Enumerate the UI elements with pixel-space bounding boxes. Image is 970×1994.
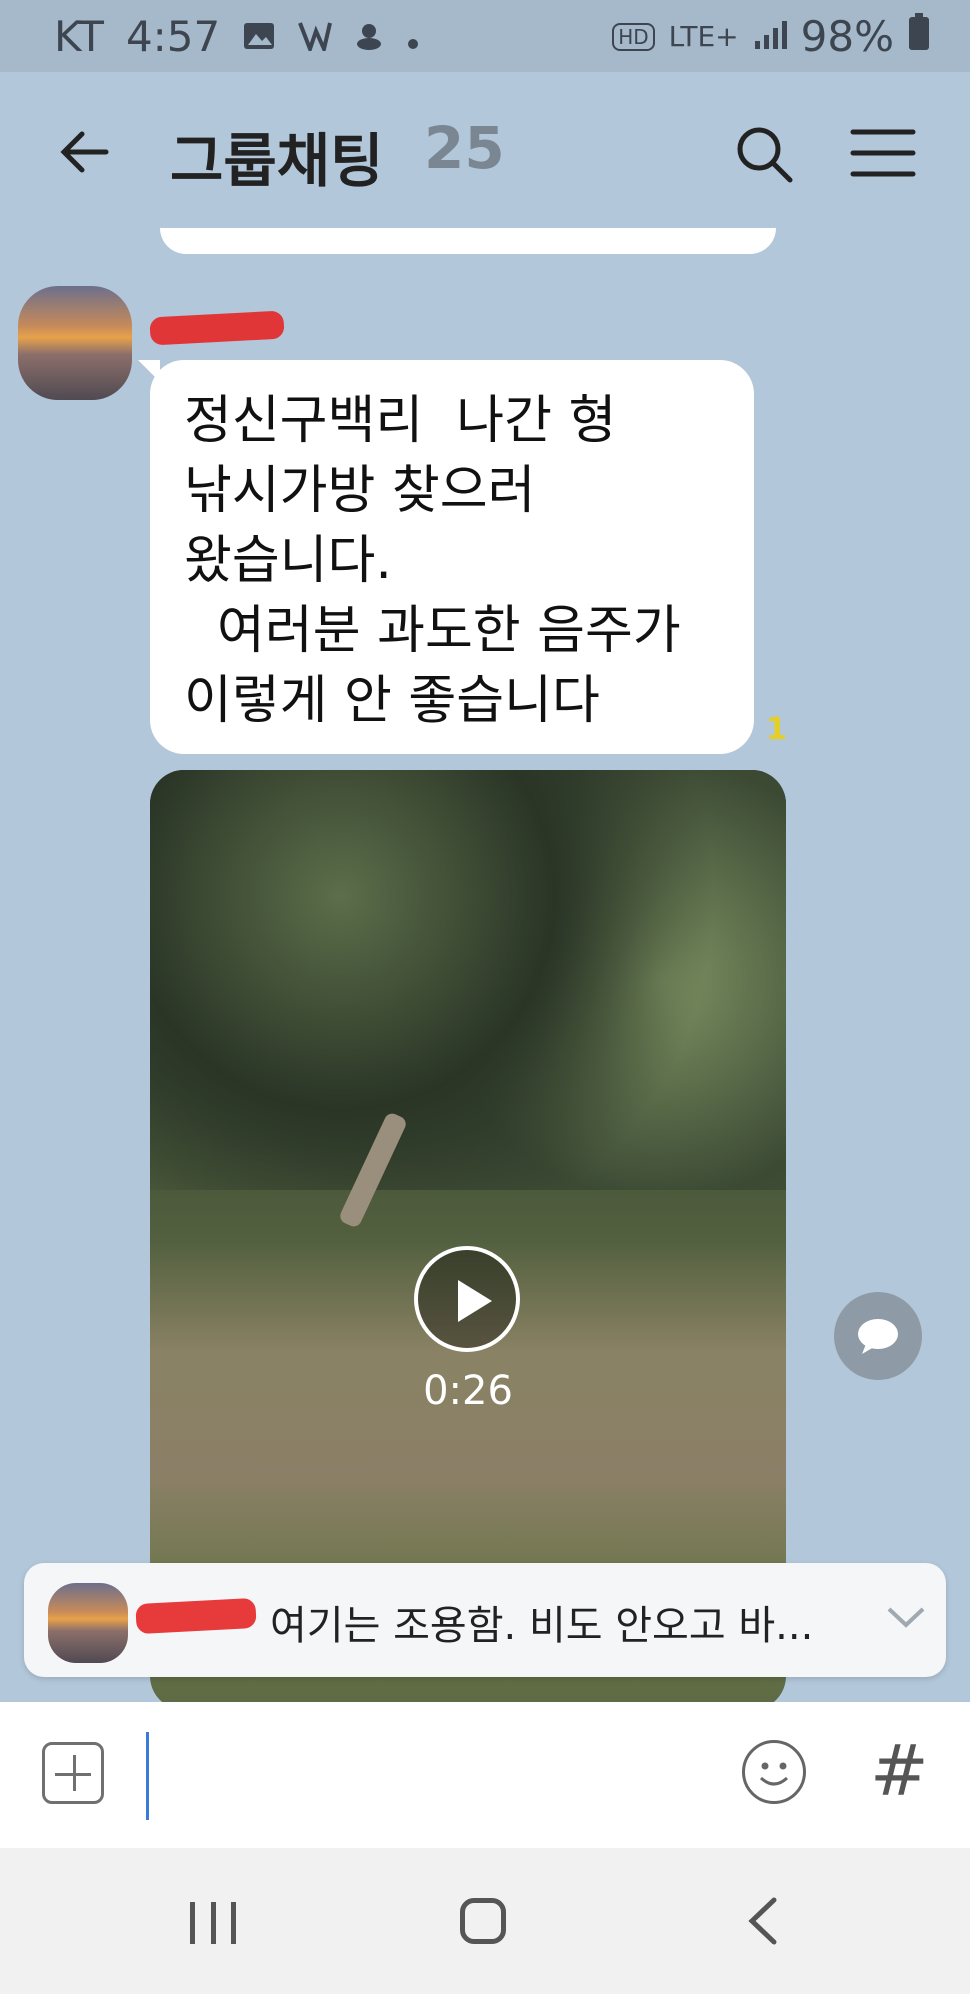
hamburger-menu-icon: [850, 129, 916, 177]
back-button[interactable]: [54, 122, 114, 182]
latest-message-text: 여기는 조용함. 비도 안오고 바...: [270, 1603, 814, 1649]
menu-button[interactable]: [850, 128, 916, 178]
video-thumbnail: [150, 770, 786, 1190]
battery-label: 98%: [800, 12, 894, 61]
search-button[interactable]: [732, 122, 796, 186]
emoji-button[interactable]: [742, 1740, 806, 1804]
message-line: 왔습니다.: [184, 531, 392, 591]
expand-button[interactable]: [886, 1601, 926, 1631]
add-attachment-button[interactable]: [42, 1742, 104, 1804]
carrier-label: KT: [54, 12, 104, 61]
hashtag-search-button[interactable]: #: [870, 1730, 929, 1812]
message-line: 정신구백리 나간 형: [184, 391, 617, 451]
message-line: 이렇게 안 좋습니다: [184, 671, 600, 731]
latest-message-bar[interactable]: 여기는 조용함. 비도 안오고 바...: [24, 1563, 946, 1677]
sender-avatar[interactable]: [18, 286, 132, 400]
chat-header: 그룹채팅 25: [0, 72, 970, 242]
battery-icon: [908, 12, 930, 61]
time-label: 4:57: [125, 12, 221, 61]
status-bar: KT 4:57 HD LTE+ 98%: [0, 0, 970, 72]
video-duration: 0:26: [423, 1368, 513, 1414]
recent-apps-button[interactable]: [190, 1902, 236, 1944]
quick-chat-button[interactable]: [834, 1292, 922, 1380]
back-chevron-icon: [748, 1897, 777, 1945]
redaction-mark: [135, 1597, 257, 1635]
redaction-mark: [149, 310, 285, 346]
system-back-button[interactable]: [740, 1896, 790, 1946]
signal-icon: [753, 12, 787, 61]
speech-bubble-icon: [858, 1319, 898, 1354]
member-count: 25: [424, 114, 505, 182]
gallery-icon: [242, 12, 276, 61]
more-notifications-dot-icon: [406, 12, 420, 61]
home-button[interactable]: [460, 1898, 506, 1944]
previous-message-bubble: [160, 228, 776, 254]
hd-voice-icon: HD: [612, 22, 655, 51]
play-icon[interactable]: [414, 1246, 520, 1352]
message-bubble[interactable]: 정신구백리 나간 형 낚시가방 찾으러 왔습니다. 여러분 과도한 음주가 이렇…: [138, 360, 754, 754]
unread-count: 1: [766, 712, 787, 747]
back-arrow-icon: [60, 131, 109, 173]
app-notification-icon: [298, 12, 333, 61]
chevron-down-icon: [887, 1607, 925, 1628]
smiley-icon: [759, 1762, 789, 1786]
message-input-bar: #: [0, 1702, 970, 1848]
message-input[interactable]: [146, 1732, 149, 1820]
chat-title: 그룹채팅: [170, 127, 384, 195]
message-line: 낚시가방 찾으러: [184, 461, 536, 521]
system-navigation-bar: [0, 1848, 970, 1994]
message-line: 여러분 과도한 음주가: [184, 601, 681, 661]
search-icon: [737, 127, 793, 183]
network-label: LTE+: [668, 20, 739, 53]
notice-avatar: [48, 1583, 128, 1663]
app-notification-icon-2: [354, 12, 384, 61]
